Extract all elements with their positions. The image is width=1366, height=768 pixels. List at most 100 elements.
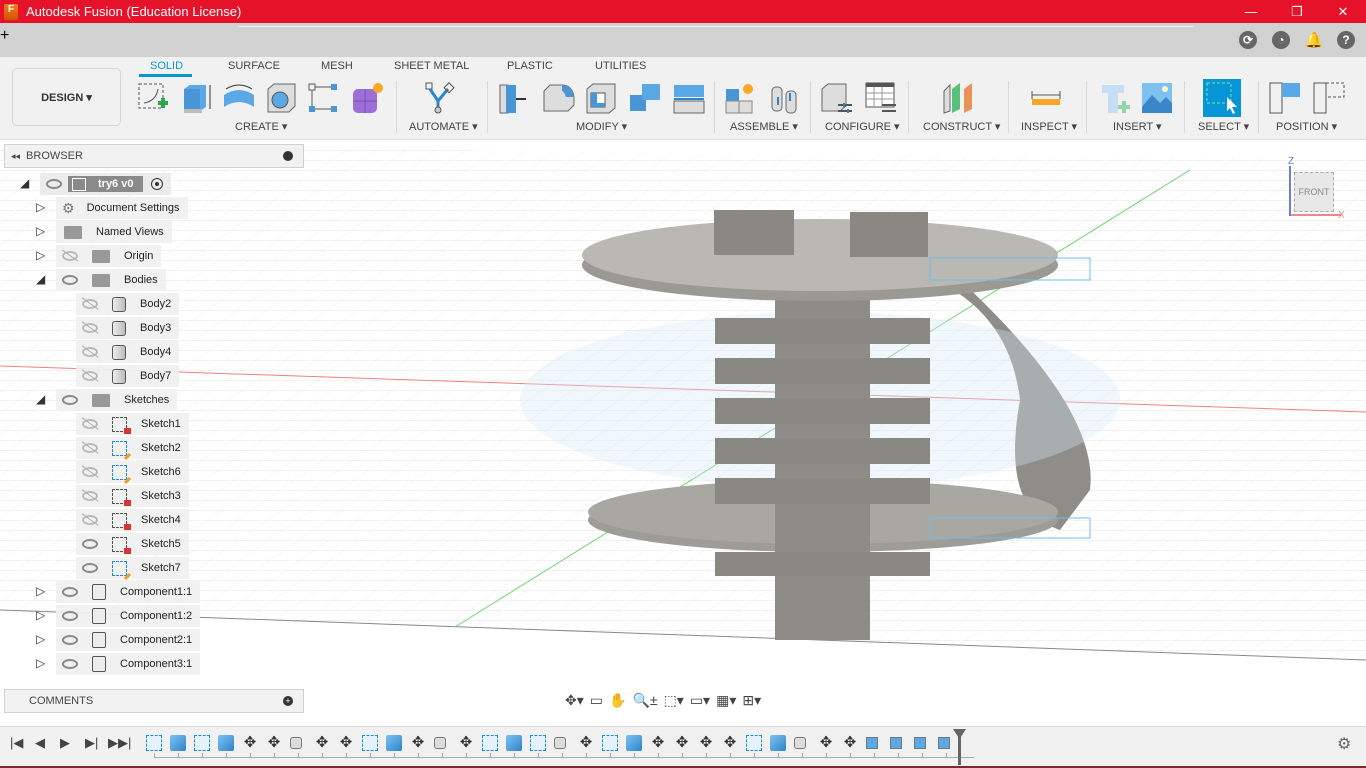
grid-settings-icon[interactable]: ▦▾ <box>714 692 738 709</box>
timeline-last-button[interactable]: ▶▶| <box>108 735 131 751</box>
close-window-button[interactable]: ✕ <box>1320 0 1366 23</box>
minimize-button[interactable]: — <box>1228 0 1274 23</box>
timeline-sketch-icon[interactable] <box>482 735 498 751</box>
hidden-eye-icon[interactable] <box>82 443 98 453</box>
split-body-icon[interactable] <box>672 81 706 115</box>
extensions-icon[interactable]: ◔ <box>1272 31 1290 49</box>
help-icon[interactable]: ? <box>1337 31 1355 49</box>
revert-position-icon[interactable] <box>1312 81 1346 115</box>
timeline-move-icon[interactable]: ✥ <box>722 735 738 751</box>
browser-item[interactable]: ▷ Origin <box>36 245 162 267</box>
timeline-move-icon[interactable]: ✥ <box>818 735 834 751</box>
insert-menu[interactable]: INSERT ▾ <box>1113 120 1162 133</box>
visibility-eye-icon[interactable] <box>46 179 62 189</box>
expand-triangle-icon[interactable]: ▷ <box>36 224 45 238</box>
timeline-joint-icon[interactable] <box>554 737 566 749</box>
timeline-move-icon[interactable]: ✥ <box>266 735 282 751</box>
automate-menu[interactable]: AUTOMATE ▾ <box>409 120 478 133</box>
browser-item[interactable]: Sketch4 <box>76 509 189 531</box>
browser-item[interactable]: ◢ Bodies <box>36 269 166 291</box>
visibility-eye-icon[interactable] <box>62 635 78 645</box>
configure-icon[interactable] <box>820 81 854 115</box>
timeline-move-icon[interactable]: ✥ <box>458 735 474 751</box>
extrude-icon[interactable] <box>180 81 214 115</box>
hidden-eye-icon[interactable] <box>82 515 98 525</box>
measure-icon[interactable] <box>1030 81 1064 115</box>
zoom-icon[interactable]: 🔍± <box>630 692 659 709</box>
pan-icon[interactable]: ✋ <box>607 692 628 709</box>
timeline-sketch-icon[interactable] <box>362 735 378 751</box>
hidden-eye-icon[interactable] <box>82 299 98 309</box>
configure-menu[interactable]: CONFIGURE ▾ <box>825 120 900 133</box>
revolve-icon[interactable] <box>222 81 256 115</box>
browser-item[interactable]: Sketch1 <box>76 413 189 435</box>
tab-surface[interactable]: SURFACE <box>228 60 280 72</box>
job-status-icon[interactable]: ⟳ <box>1239 31 1257 49</box>
press-pull-icon[interactable] <box>498 81 532 115</box>
joint-icon[interactable] <box>768 81 802 115</box>
hidden-eye-icon[interactable] <box>82 491 98 501</box>
timeline-comp-icon[interactable] <box>938 737 950 749</box>
timeline-sketch-icon[interactable] <box>602 735 618 751</box>
timeline-settings-icon[interactable]: ⚙ <box>1337 734 1351 754</box>
timeline-joint-icon[interactable] <box>434 737 446 749</box>
select-menu[interactable]: SELECT ▾ <box>1198 120 1249 133</box>
timeline-extrude-icon[interactable] <box>626 735 642 751</box>
browser-item[interactable]: ▷ Component1:2 <box>36 605 201 627</box>
timeline-comp-icon[interactable] <box>866 737 878 749</box>
new-component-icon[interactable] <box>724 81 758 115</box>
capture-position-icon[interactable] <box>1268 81 1302 115</box>
hidden-eye-icon[interactable] <box>82 371 98 381</box>
comments-panel[interactable]: COMMENTS + <box>4 689 304 713</box>
visibility-eye-icon[interactable] <box>62 275 78 285</box>
visibility-eye-icon[interactable] <box>62 659 78 669</box>
assemble-menu[interactable]: ASSEMBLE ▾ <box>730 120 798 133</box>
expand-triangle-icon[interactable]: ▷ <box>36 200 45 214</box>
view-cube-front-face[interactable]: FRONT <box>1294 172 1334 212</box>
fit-window-icon[interactable]: ⬚▾ <box>662 692 686 709</box>
timeline-next-button[interactable]: ▶| <box>85 735 98 751</box>
canvas-grid[interactable] <box>0 140 1366 726</box>
view-cube[interactable]: Z X FRONT <box>1286 156 1356 226</box>
display-settings-icon[interactable]: ▭▾ <box>688 692 712 709</box>
create-menu[interactable]: CREATE ▾ <box>235 120 287 133</box>
expand-triangle-icon[interactable]: ▷ <box>36 248 45 262</box>
timeline-joint-icon[interactable] <box>794 737 806 749</box>
timeline-move-icon[interactable]: ✥ <box>698 735 714 751</box>
timeline-previous-button[interactable]: ◀ <box>35 735 45 751</box>
expand-triangle-icon[interactable]: ▷ <box>36 608 45 622</box>
timeline-move-icon[interactable]: ✥ <box>674 735 690 751</box>
tab-solid[interactable]: SOLID <box>150 60 183 72</box>
viewports-icon[interactable]: ⊞▾ <box>740 692 763 709</box>
visibility-eye-icon[interactable] <box>82 539 98 549</box>
browser-pin-icon[interactable] <box>283 151 293 161</box>
hidden-eye-icon[interactable] <box>82 347 98 357</box>
browser-item[interactable]: Sketch7 <box>76 557 189 579</box>
timeline-sketch-icon[interactable] <box>746 735 762 751</box>
tab-utilities[interactable]: UTILITIES <box>595 60 646 72</box>
collapse-triangle-icon[interactable]: ◢ <box>36 392 45 406</box>
timeline-first-button[interactable]: |◀ <box>10 735 23 751</box>
browser-item[interactable]: Body2 <box>76 293 180 315</box>
restore-button[interactable]: ❐ <box>1274 0 1320 23</box>
combine-icon[interactable] <box>628 81 662 115</box>
hole-icon[interactable] <box>264 81 298 115</box>
hidden-eye-icon[interactable] <box>82 323 98 333</box>
configuration-table-icon[interactable] <box>864 81 898 115</box>
visibility-eye-icon[interactable] <box>82 563 98 573</box>
orbit-icon[interactable]: ✥▾ <box>563 692 586 709</box>
timeline-extrude-icon[interactable] <box>386 735 402 751</box>
browser-item[interactable]: Sketch5 <box>76 533 189 555</box>
visibility-eye-icon[interactable] <box>62 587 78 597</box>
hidden-eye-icon[interactable] <box>82 467 98 477</box>
hidden-eye-icon[interactable] <box>82 419 98 429</box>
browser-item[interactable]: ◢ Sketches <box>36 389 178 411</box>
browser-item[interactable]: Body7 <box>76 365 180 387</box>
timeline-move-icon[interactable]: ✥ <box>314 735 330 751</box>
insert-fastener-icon[interactable] <box>1100 81 1134 115</box>
construct-menu[interactable]: CONSTRUCT ▾ <box>923 120 1000 133</box>
browser-item[interactable]: Sketch2 <box>76 437 189 459</box>
timeline-extrude-icon[interactable] <box>218 735 234 751</box>
timeline-sketch-icon[interactable] <box>194 735 210 751</box>
collapse-triangle-icon[interactable]: ◢ <box>36 272 45 286</box>
